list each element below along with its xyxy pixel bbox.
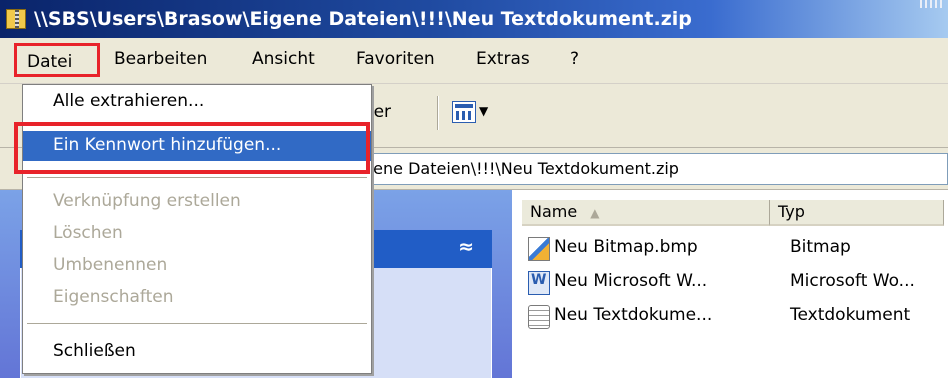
sort-ascending-icon: ▲ bbox=[590, 206, 600, 220]
word-document-icon bbox=[528, 271, 550, 295]
views-icon bbox=[452, 101, 476, 123]
menu-item-label: Verknüpfung erstellen bbox=[53, 191, 241, 211]
window-controls-partial bbox=[920, 0, 942, 8]
menu-item-verknuepfung-erstellen: Verknüpfung erstellen bbox=[23, 187, 371, 217]
title-bar[interactable]: \\SBS\Users\Brasow\Eigene Dateien\!!!\Ne… bbox=[0, 0, 948, 38]
menu-item-label: Eigenschaften bbox=[53, 287, 174, 307]
column-header-name[interactable]: Name ▲ bbox=[522, 200, 770, 226]
bitmap-file-icon bbox=[528, 237, 550, 261]
address-text: gene Dateien\!!!\Neu Textdokument.zip bbox=[363, 159, 679, 178]
menu-item-schliessen[interactable]: Schließen bbox=[23, 337, 371, 367]
text-file-icon bbox=[528, 305, 550, 329]
file-name: Neu Microsoft W... bbox=[554, 271, 708, 291]
address-input[interactable]: gene Dateien\!!!\Neu Textdokument.zip bbox=[300, 153, 948, 185]
file-name: Neu Textdokume... bbox=[554, 305, 713, 325]
menu-datei[interactable]: Datei bbox=[14, 43, 100, 77]
menu-item-umbenennen: Umbenennen bbox=[23, 251, 371, 281]
toolbar-separator bbox=[437, 96, 439, 130]
file-name: Neu Bitmap.bmp bbox=[554, 237, 698, 257]
window-title: \\SBS\Users\Brasow\Eigene Dateien\!!!\Ne… bbox=[34, 8, 692, 30]
file-list: Name ▲ Typ Neu Bitmap.bmp Bitmap Neu Mic… bbox=[512, 190, 948, 378]
menu-item-alle-extrahieren[interactable]: Alle extrahieren... bbox=[23, 87, 371, 117]
menu-bar: Datei Bearbeiten Ansicht Favoriten Extra… bbox=[0, 38, 948, 84]
menu-bearbeiten[interactable]: Bearbeiten bbox=[114, 49, 207, 69]
menu-separator bbox=[27, 323, 367, 325]
column-typ-label: Typ bbox=[778, 202, 805, 221]
annotation-highlight-box bbox=[14, 122, 370, 174]
menu-datei-label: Datei bbox=[27, 52, 73, 72]
menu-item-eigenschaften: Eigenschaften bbox=[23, 283, 371, 313]
menu-item-label: Löschen bbox=[53, 223, 123, 243]
views-button[interactable]: ▼ bbox=[450, 98, 494, 128]
menu-item-label: Schließen bbox=[53, 341, 136, 361]
menu-extras[interactable]: Extras bbox=[476, 49, 530, 69]
menu-ansicht[interactable]: Ansicht bbox=[252, 49, 315, 69]
column-name-label: Name bbox=[530, 202, 578, 221]
chevron-down-icon: ▼ bbox=[479, 104, 489, 118]
zip-folder-icon bbox=[6, 9, 26, 29]
menu-favoriten[interactable]: Favoriten bbox=[356, 49, 435, 69]
file-row[interactable]: Neu Textdokume... Textdokument bbox=[522, 302, 942, 332]
menu-item-label: Umbenennen bbox=[53, 255, 168, 275]
file-type: Microsoft Wo... bbox=[790, 271, 915, 291]
column-header-typ[interactable]: Typ bbox=[770, 200, 944, 226]
file-type: Textdokument bbox=[790, 305, 911, 325]
collapse-icon[interactable]: ≈ bbox=[458, 236, 474, 258]
menu-item-loeschen: Löschen bbox=[23, 219, 371, 249]
menu-item-label: Alle extrahieren... bbox=[53, 91, 205, 111]
file-type: Bitmap bbox=[790, 237, 851, 257]
file-row[interactable]: Neu Microsoft W... Microsoft Wo... bbox=[522, 268, 942, 298]
file-row[interactable]: Neu Bitmap.bmp Bitmap bbox=[522, 234, 942, 264]
menu-help[interactable]: ? bbox=[570, 49, 579, 69]
menu-separator bbox=[27, 177, 367, 179]
